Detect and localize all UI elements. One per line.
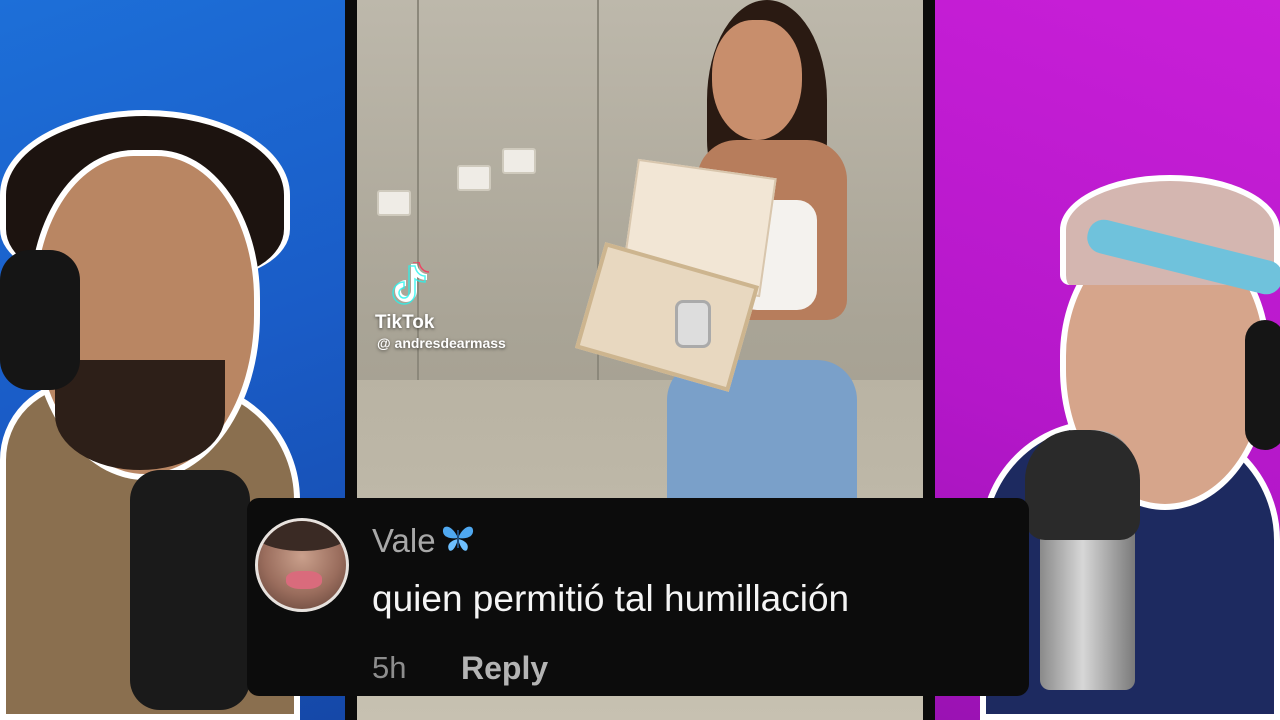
- headphones-icon: [0, 250, 80, 390]
- tiktok-comment-card: Vale quien permitió tal humillación 5h R…: [247, 498, 1029, 696]
- avatar-hair: [258, 521, 346, 551]
- tiktok-watermark-label: TikTok: [375, 312, 435, 333]
- wall-outlet: [502, 148, 536, 174]
- wall-outlet: [457, 165, 491, 191]
- woman-face: [712, 20, 802, 140]
- comment-text: quien permitió tal humillación: [372, 578, 850, 619]
- reply-button[interactable]: Reply: [461, 650, 548, 687]
- tiktok-logo-icon: [392, 262, 429, 305]
- comment-username[interactable]: Vale: [372, 522, 476, 560]
- comment-timestamp: 5h: [372, 650, 407, 685]
- wall-outlet: [377, 190, 411, 216]
- comment-username-text: Vale: [372, 522, 436, 559]
- watch-gift: [675, 300, 711, 348]
- headphones-icon: [1245, 320, 1280, 450]
- left-host-beard: [55, 360, 225, 470]
- left-microphone: [130, 470, 250, 710]
- microphone-pop-filter: [1025, 430, 1140, 540]
- tiktok-username: @ andresdearmass: [377, 335, 506, 351]
- butterfly-icon: [442, 526, 473, 551]
- avatar-mouth: [286, 571, 322, 589]
- avatar[interactable]: [255, 518, 349, 612]
